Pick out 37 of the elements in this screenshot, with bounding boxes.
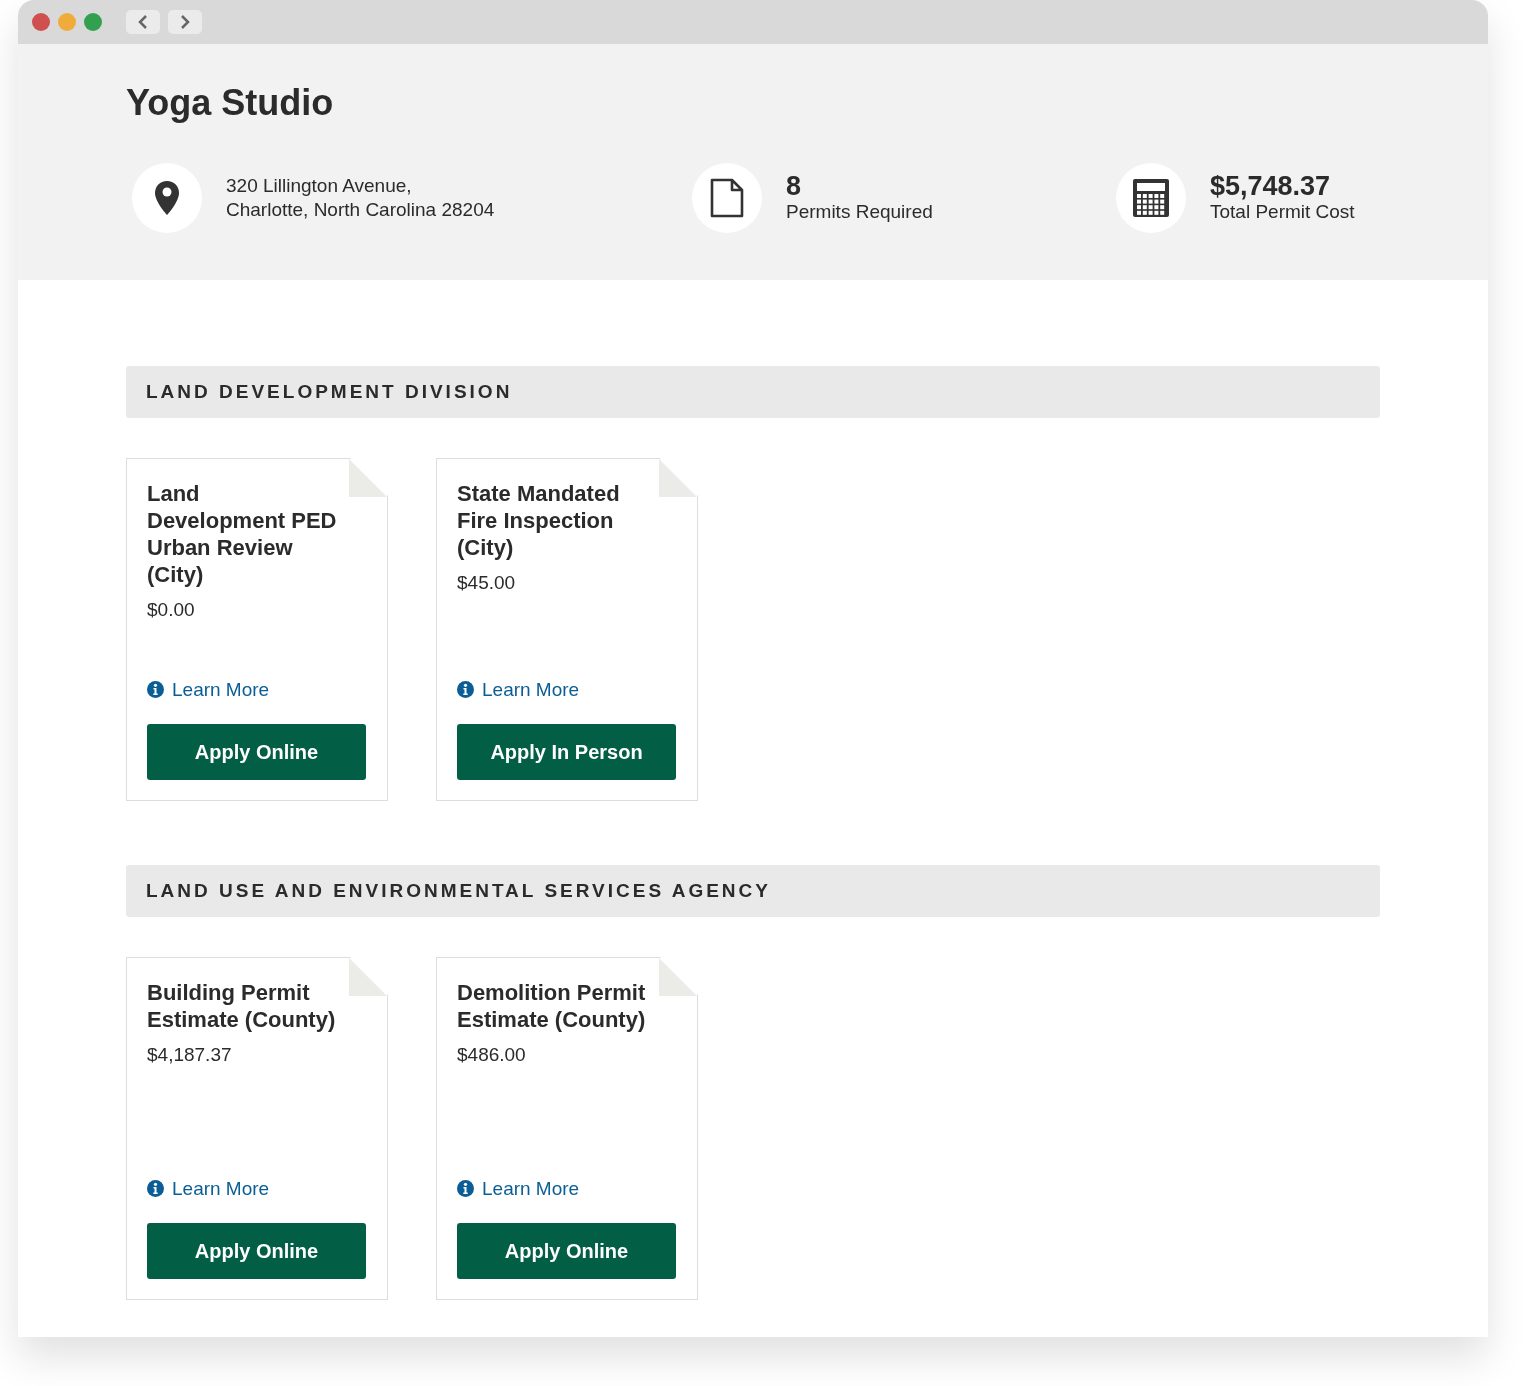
page-title: Yoga Studio bbox=[126, 81, 335, 125]
permit-title: State Mandated Fire Inspection (City) bbox=[457, 480, 621, 561]
section-heading: LAND USE AND ENVIRONMENTAL SERVICES AGENCY bbox=[126, 865, 1380, 917]
stat-label: Total Permit Cost bbox=[1210, 200, 1355, 224]
stat-label: Permits Required bbox=[786, 200, 933, 224]
chevron-right-icon bbox=[179, 14, 191, 30]
apply-button[interactable]: Apply Online bbox=[147, 724, 366, 780]
permit-title: Demolition Permit Estimate (County) bbox=[457, 979, 647, 1033]
learn-more-link[interactable]: Learn More bbox=[482, 675, 580, 704]
forward-button[interactable] bbox=[168, 10, 202, 34]
calculator-icon bbox=[1132, 178, 1170, 218]
permit-cost: $45.00 bbox=[457, 571, 517, 595]
apply-button[interactable]: Apply Online bbox=[457, 1223, 676, 1279]
permit-cost: $486.00 bbox=[457, 1043, 527, 1067]
pin-icon bbox=[154, 180, 180, 216]
learn-more-link[interactable]: Learn More bbox=[172, 675, 270, 704]
permit-title: Building Permit Estimate (County) bbox=[147, 979, 337, 1033]
maximize-icon[interactable] bbox=[84, 13, 102, 31]
learn-more-link[interactable]: Learn More bbox=[482, 1174, 580, 1203]
info-icon bbox=[147, 1180, 164, 1198]
chevron-left-icon bbox=[137, 14, 149, 30]
apply-button[interactable]: Apply In Person bbox=[457, 724, 676, 780]
info-icon bbox=[147, 681, 164, 699]
permit-cost: $0.00 bbox=[147, 598, 196, 622]
close-icon[interactable] bbox=[32, 13, 50, 31]
permit-count: 8 bbox=[786, 172, 803, 200]
permit-cost: $4,187.37 bbox=[147, 1043, 233, 1067]
apply-button[interactable]: Apply Online bbox=[147, 1223, 366, 1279]
learn-more-link[interactable]: Learn More bbox=[172, 1174, 270, 1203]
address-text: 320 Lillington Avenue, Charlotte, North Carolina 28204 bbox=[226, 174, 495, 222]
info-icon bbox=[457, 1180, 474, 1198]
permit-title: Land Development PED Urban Review (City) bbox=[147, 480, 337, 588]
back-button[interactable] bbox=[126, 10, 160, 34]
section-heading: LAND DEVELOPMENT DIVISION bbox=[126, 366, 1380, 418]
total-cost-value: $5,748.37 bbox=[1210, 172, 1332, 200]
document-icon bbox=[710, 178, 744, 218]
info-icon bbox=[457, 681, 474, 699]
